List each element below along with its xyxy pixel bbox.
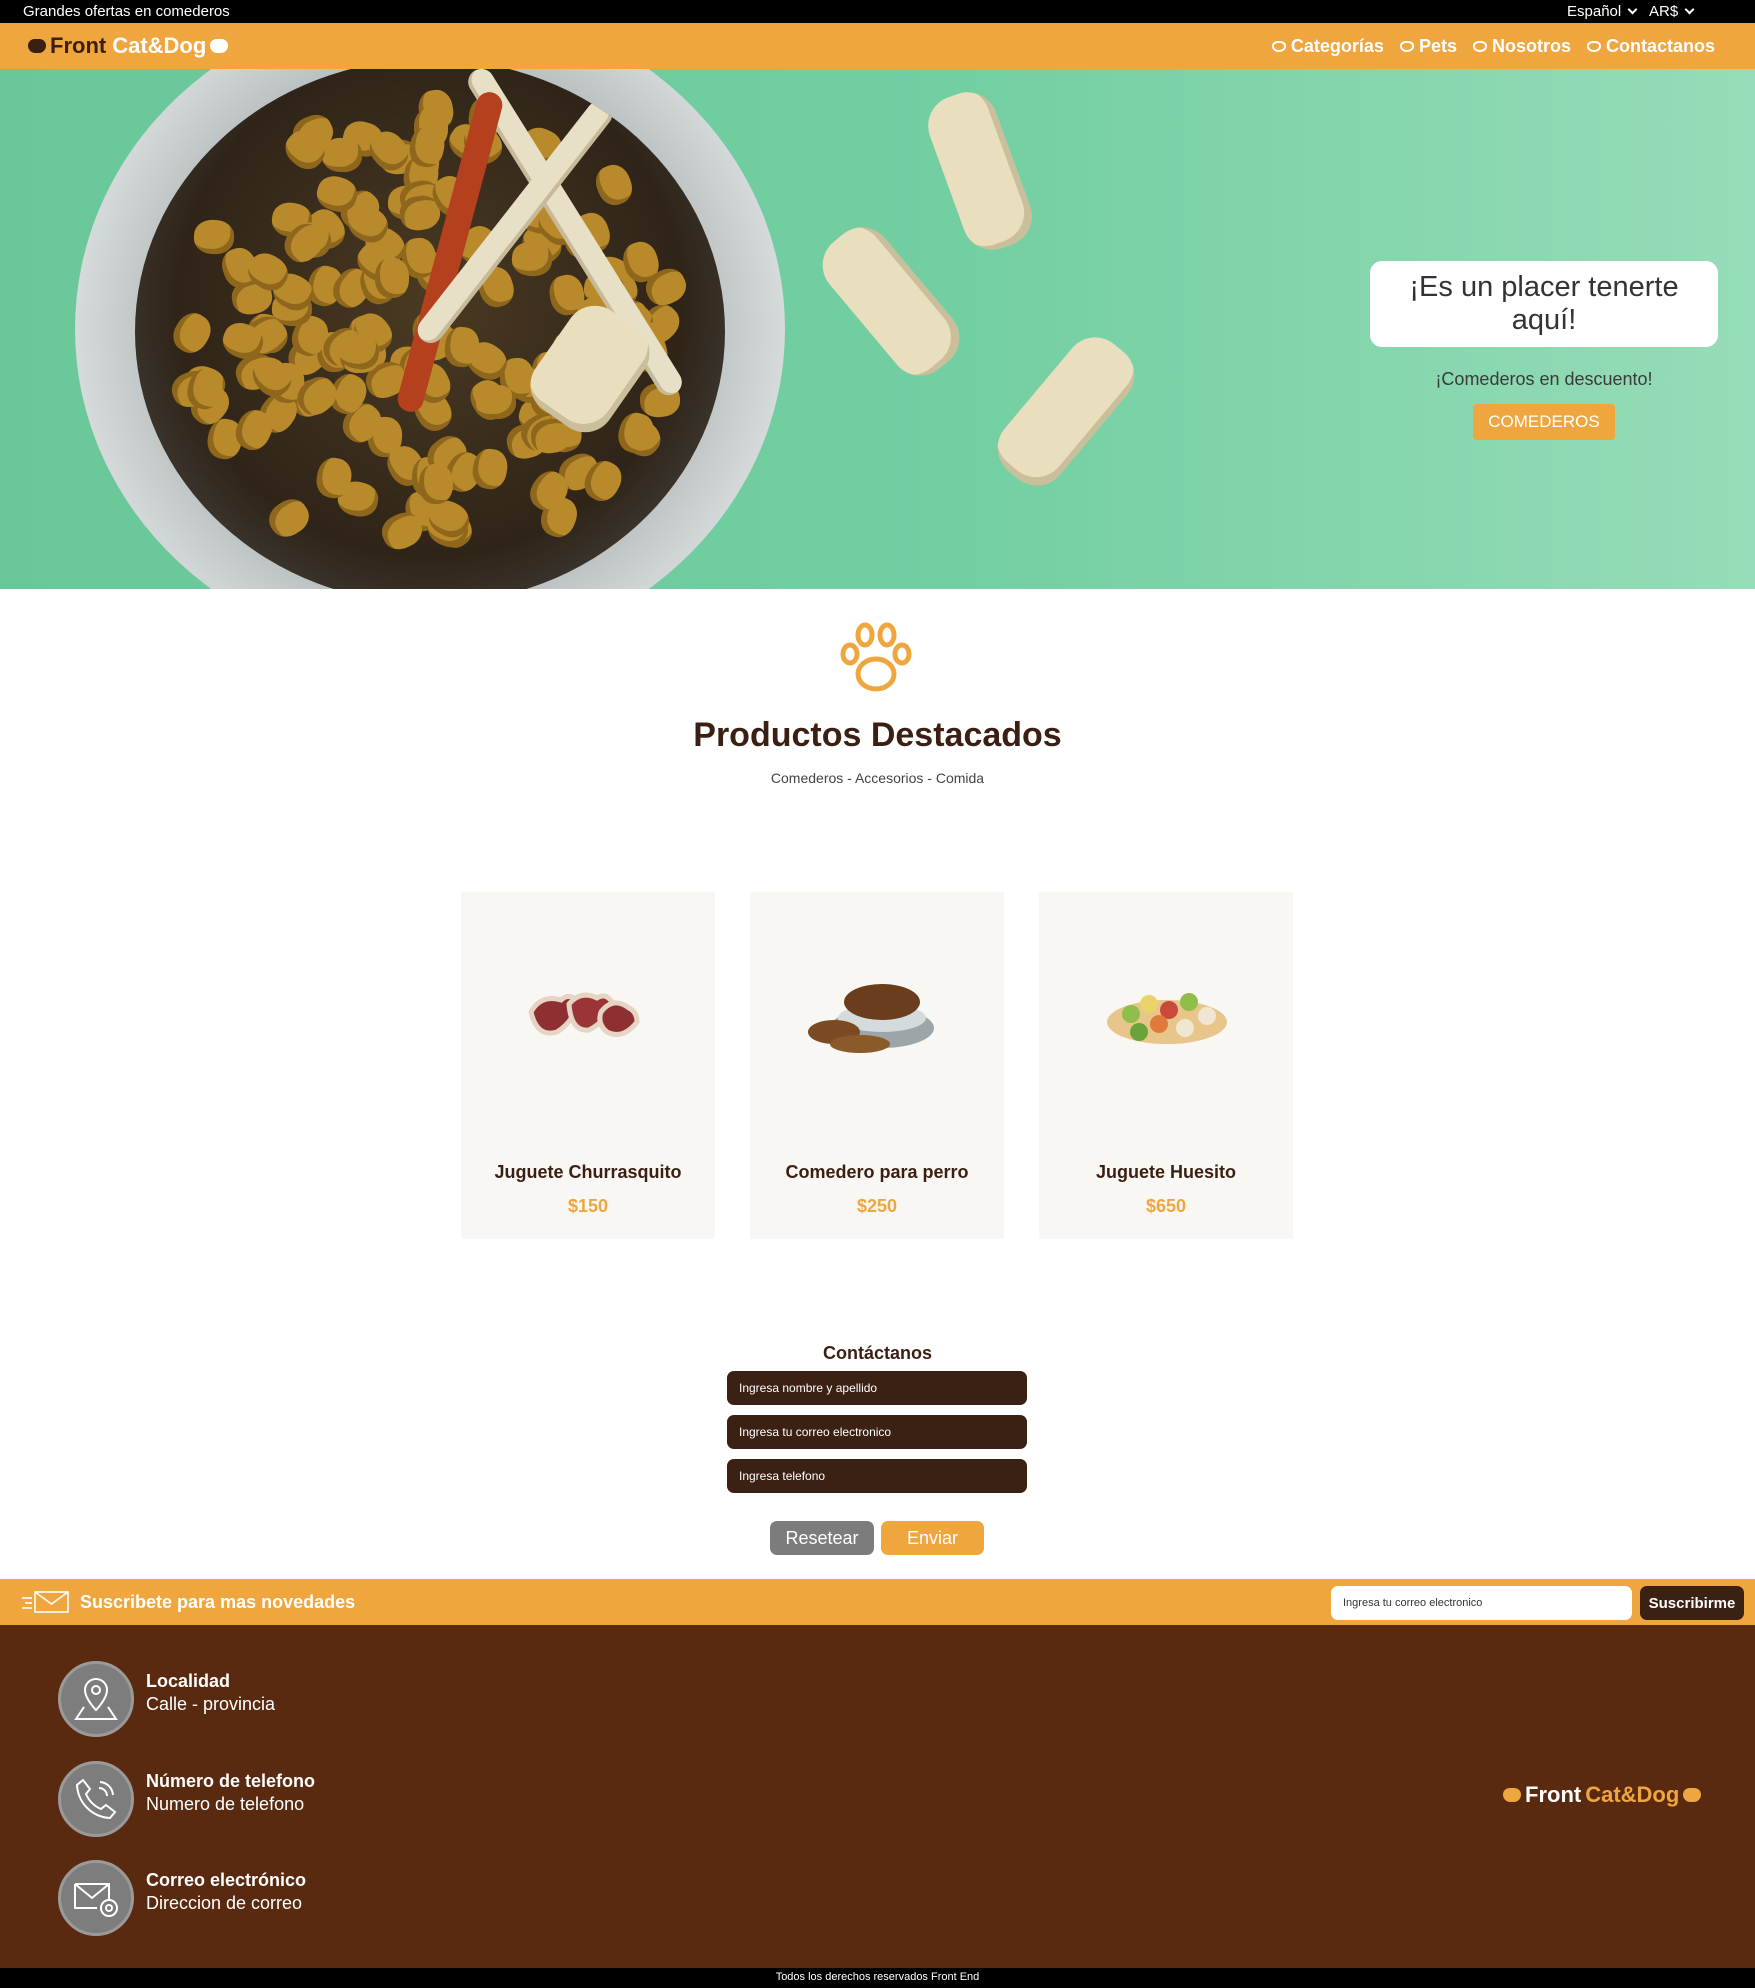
chevron-down-icon xyxy=(1627,4,1638,15)
nav-links: Categorías Pets Nosotros Contactanos xyxy=(1271,36,1715,57)
footer-location: Localidad Calle - provincia xyxy=(58,1661,275,1737)
footer-phone: Número de telefono Numero de telefono xyxy=(58,1761,315,1837)
footer-email: Correo electrónico Direccion de correo xyxy=(58,1860,306,1936)
nav-item-nosotros[interactable]: Nosotros xyxy=(1472,36,1571,57)
product-image-huesito xyxy=(1107,993,1227,1044)
paw-icon xyxy=(1586,41,1601,52)
paw-icon xyxy=(1399,41,1414,52)
product-name: Juguete Huesito xyxy=(1095,1162,1237,1182)
contact-title: Contáctanos xyxy=(822,1343,932,1363)
subscribe-band: Suscribete para mas novedades Suscribirm… xyxy=(0,1579,1755,1625)
kibble xyxy=(166,306,217,359)
send-button[interactable]: Enviar xyxy=(881,1521,984,1555)
phone-field[interactable] xyxy=(727,1459,1027,1493)
cat-icon xyxy=(1503,1788,1521,1802)
product-image-churrasquito xyxy=(528,992,640,1037)
nav-item-pets[interactable]: Pets xyxy=(1399,36,1457,57)
product-price: $150 xyxy=(567,1196,609,1216)
brand-part1: Front xyxy=(1525,1782,1582,1807)
paw-icon xyxy=(1472,41,1487,52)
hero-banner: ¡Es un placer tenerte aquí! ¡Comederos e… xyxy=(0,69,1755,589)
language-selector[interactable]: Español xyxy=(1567,3,1638,20)
hero-subtitle: ¡Comederos en descuento! xyxy=(1435,369,1653,389)
dog-icon xyxy=(1683,1788,1702,1802)
kibble xyxy=(476,384,517,419)
promo-text: Grandes ofertas en comederos xyxy=(23,3,230,20)
footer-item-title: Número de telefono xyxy=(146,1771,316,1791)
email-field[interactable] xyxy=(727,1415,1027,1449)
footer-item-title: Correo electrónico xyxy=(146,1870,307,1890)
copyright-bar: Todos los derechos reservados Front End xyxy=(0,1968,1755,1988)
product-image-comedero xyxy=(808,984,934,1053)
subscribe-text: Suscribete para mas novedades xyxy=(80,1592,356,1612)
product-name: Comedero para perro xyxy=(785,1162,969,1182)
brand-part1: Front xyxy=(50,33,107,58)
cat-icon xyxy=(28,39,46,53)
copyright-text: Todos los derechos reservados Front End xyxy=(775,1971,980,1983)
product-name: Juguete Churrasquito xyxy=(494,1162,682,1182)
nav-item-contactanos[interactable]: Contactanos xyxy=(1586,36,1715,57)
featured-subtitle: Comederos - Accesorios - Comida xyxy=(770,770,985,786)
knot-bone xyxy=(810,215,972,388)
kibble xyxy=(374,257,409,298)
nav-item-categorias[interactable]: Categorías xyxy=(1271,36,1384,57)
kibble xyxy=(591,160,638,210)
hero-image-bowl xyxy=(75,69,785,589)
nav-item-label: Pets xyxy=(1418,36,1457,56)
currency-selector[interactable]: AR$ xyxy=(1649,3,1695,20)
footer-item-value: Calle - provincia xyxy=(146,1694,276,1714)
brand-part2: Cat&Dog xyxy=(112,33,207,58)
comederos-button[interactable]: COMEDEROS xyxy=(1473,404,1615,440)
featured-title: Productos Destacados xyxy=(693,716,1062,754)
brand-part2: Cat&Dog xyxy=(1585,1782,1680,1807)
currency-label: AR$ xyxy=(1649,3,1679,20)
top-bar: Grandes ofertas en comederos Español AR$ xyxy=(0,0,1755,23)
product-card[interactable]: Juguete Huesito $650 xyxy=(1039,892,1293,1239)
kibble xyxy=(262,492,315,543)
product-card[interactable]: Juguete Churrasquito $150 xyxy=(461,892,715,1239)
paw-icon xyxy=(840,622,912,692)
name-field[interactable] xyxy=(727,1371,1027,1405)
footer: Localidad Calle - provincia Número de te… xyxy=(0,1625,1755,1968)
chevron-down-icon xyxy=(1684,4,1695,15)
footer-item-value: Direccion de correo xyxy=(146,1893,303,1913)
footer-item-value: Numero de telefono xyxy=(146,1794,305,1814)
product-price: $250 xyxy=(856,1196,898,1216)
paw-icon xyxy=(1271,41,1286,52)
footer-item-title: Localidad xyxy=(146,1671,231,1691)
kibble xyxy=(470,446,511,492)
subscribe-email-input[interactable] xyxy=(1331,1586,1632,1620)
subscribe-button[interactable]: Suscribirme xyxy=(1640,1586,1744,1620)
knot-bone xyxy=(985,325,1147,498)
hero-panel: ¡Es un placer tenerte aquí! ¡Comederos e… xyxy=(1370,261,1718,440)
phone-icon xyxy=(58,1761,134,1837)
dog-icon xyxy=(210,39,229,53)
footer-brand-logo[interactable]: Front Cat&Dog xyxy=(1503,1782,1702,1808)
page: Grandes ofertas en comederos Español AR$… xyxy=(0,0,1755,1988)
kibble xyxy=(418,463,454,505)
hero-headline: ¡Es un placer tenerte aquí! xyxy=(1370,261,1718,347)
reset-button[interactable]: Resetear xyxy=(770,1521,874,1555)
nav-item-label: Nosotros xyxy=(1491,36,1571,56)
kibble xyxy=(511,240,554,278)
product-price: $650 xyxy=(1145,1196,1187,1216)
email-icon xyxy=(58,1860,134,1936)
product-card[interactable]: Comedero para perro $250 xyxy=(750,892,1004,1239)
location-icon xyxy=(58,1661,134,1737)
language-label: Español xyxy=(1567,3,1622,20)
hero-image-food xyxy=(135,69,725,589)
brand-logo[interactable]: Front Cat&Dog xyxy=(28,33,229,59)
nav-item-label: Contactanos xyxy=(1605,36,1715,56)
knot-bone xyxy=(919,83,1041,259)
main-nav: Front Cat&Dog Categorías Pets Nosotros C… xyxy=(0,23,1755,69)
mail-icon xyxy=(22,1591,69,1613)
nav-item-label: Categorías xyxy=(1290,36,1384,56)
